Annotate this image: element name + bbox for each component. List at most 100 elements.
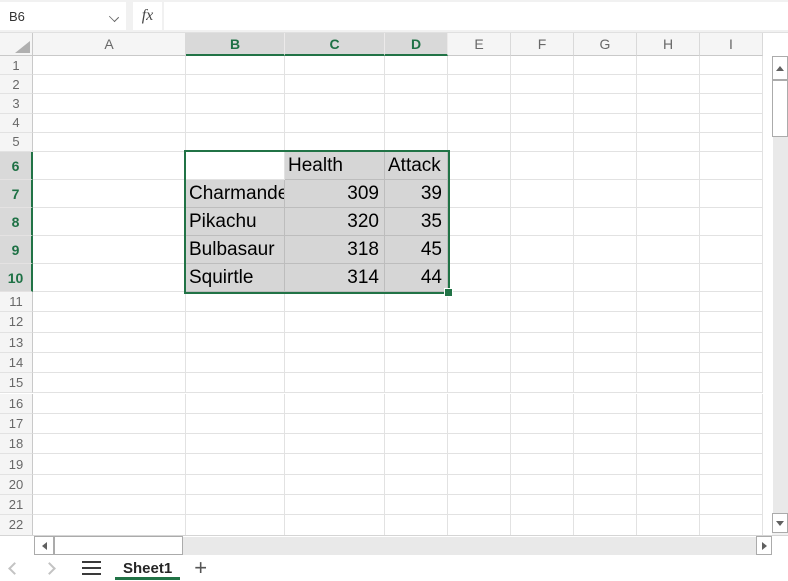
cell-A13[interactable] [33,333,186,353]
cell-H20[interactable] [637,475,700,495]
cell-A18[interactable] [33,434,186,454]
cell-F7[interactable] [511,180,574,208]
cell-A19[interactable] [33,454,186,474]
select-all-corner[interactable] [0,33,33,56]
cell-E2[interactable] [448,75,511,94]
cell-E21[interactable] [448,495,511,515]
row-header-9[interactable]: 9 [0,236,33,264]
cell-D20[interactable] [385,475,448,495]
cell-F13[interactable] [511,333,574,353]
row-header-14[interactable]: 14 [0,353,33,373]
cell-E18[interactable] [448,434,511,454]
cell-H14[interactable] [637,353,700,373]
cell-A7[interactable] [33,180,186,208]
cell-E1[interactable] [448,56,511,75]
cell-G22[interactable] [574,515,637,535]
cell-G14[interactable] [574,353,637,373]
cell-G12[interactable] [574,312,637,332]
row-header-11[interactable]: 11 [0,292,33,312]
cell-G5[interactable] [574,133,637,152]
cell-B1[interactable] [186,56,285,75]
cell-H5[interactable] [637,133,700,152]
cell-A16[interactable] [33,394,186,414]
cell-E11[interactable] [448,292,511,312]
cell-H18[interactable] [637,434,700,454]
row-header-4[interactable]: 4 [0,114,33,133]
cell-F12[interactable] [511,312,574,332]
cell-H8[interactable] [637,208,700,236]
cell-F20[interactable] [511,475,574,495]
vertical-scrollbar-thumb[interactable] [772,80,788,137]
row-header-12[interactable]: 12 [0,312,33,332]
cell-D12[interactable] [385,312,448,332]
cell-G21[interactable] [574,495,637,515]
cell-I22[interactable] [700,515,763,535]
cell-D21[interactable] [385,495,448,515]
cell-B17[interactable] [186,414,285,434]
cell-A9[interactable] [33,236,186,264]
cell-I12[interactable] [700,312,763,332]
cell-B18[interactable] [186,434,285,454]
cell-G19[interactable] [574,454,637,474]
cell-I18[interactable] [700,434,763,454]
add-sheet-button[interactable]: + [188,558,213,578]
cell-A2[interactable] [33,75,186,94]
cell-E4[interactable] [448,114,511,133]
cell-F5[interactable] [511,133,574,152]
cell-G9[interactable] [574,236,637,264]
scroll-up-button[interactable] [772,56,788,80]
cell-I3[interactable] [700,94,763,113]
cell-G11[interactable] [574,292,637,312]
cell-A6[interactable] [33,152,186,180]
cell-G4[interactable] [574,114,637,133]
cell-H9[interactable] [637,236,700,264]
cell-C15[interactable] [285,373,385,393]
cell-D16[interactable] [385,394,448,414]
cell-D1[interactable] [385,56,448,75]
cell-D15[interactable] [385,373,448,393]
scroll-right-button[interactable] [756,536,772,555]
cell-C21[interactable] [285,495,385,515]
cell-A20[interactable] [33,475,186,495]
row-header-19[interactable]: 19 [0,454,33,474]
row-header-5[interactable]: 5 [0,133,33,152]
cell-H11[interactable] [637,292,700,312]
column-header-E[interactable]: E [448,33,511,56]
cell-B2[interactable] [186,75,285,94]
cell-H16[interactable] [637,394,700,414]
cell-G8[interactable] [574,208,637,236]
row-header-3[interactable]: 3 [0,94,33,113]
cell-E10[interactable] [448,264,511,292]
cell-B14[interactable] [186,353,285,373]
cell-G7[interactable] [574,180,637,208]
cell-I10[interactable] [700,264,763,292]
cell-E8[interactable] [448,208,511,236]
row-header-2[interactable]: 2 [0,75,33,94]
cell-C14[interactable] [285,353,385,373]
cell-F18[interactable] [511,434,574,454]
cell-F2[interactable] [511,75,574,94]
row-header-20[interactable]: 20 [0,475,33,495]
column-header-D[interactable]: D [385,33,448,56]
column-header-H[interactable]: H [637,33,700,56]
cell-E16[interactable] [448,394,511,414]
column-header-F[interactable]: F [511,33,574,56]
cell-I7[interactable] [700,180,763,208]
cell-A1[interactable] [33,56,186,75]
cell-A10[interactable] [33,264,186,292]
cell-I19[interactable] [700,454,763,474]
cell-D19[interactable] [385,454,448,474]
cell-A8[interactable] [33,208,186,236]
cell-C18[interactable] [285,434,385,454]
cell-C12[interactable] [285,312,385,332]
cell-I21[interactable] [700,495,763,515]
cell-C20[interactable] [285,475,385,495]
cell-A22[interactable] [33,515,186,535]
cell-B20[interactable] [186,475,285,495]
vertical-scrollbar[interactable] [772,56,788,533]
cell-C22[interactable] [285,515,385,535]
cell-G13[interactable] [574,333,637,353]
cell-E19[interactable] [448,454,511,474]
cell-A12[interactable] [33,312,186,332]
cell-D14[interactable] [385,353,448,373]
